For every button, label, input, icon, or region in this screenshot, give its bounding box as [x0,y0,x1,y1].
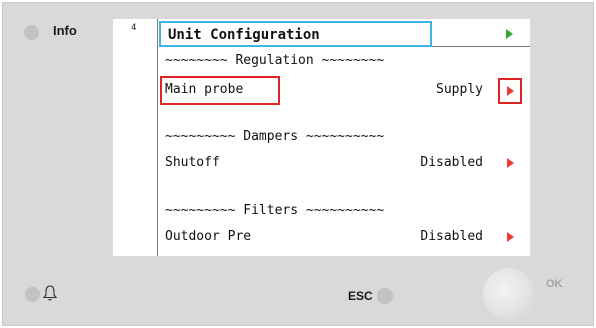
ok-knob[interactable] [483,268,535,320]
shutoff-value[interactable]: Disabled [363,155,483,170]
main-probe-value[interactable]: Supply [363,82,483,97]
display-screen: 4 Unit Configuration ~~~~~~~~ Regulation… [113,19,530,256]
ok-label: OK [546,278,563,290]
shutoff-arrow-icon[interactable] [507,158,514,168]
outdoor-pre-arrow-icon[interactable] [507,232,514,242]
esc-label: ESC [348,289,373,303]
main-probe-arrow-icon[interactable] [507,86,514,96]
alarm-led-icon[interactable] [25,287,40,302]
title-highlight-box: Unit Configuration [159,21,432,47]
page-number: 4 [131,23,137,33]
outdoor-pre-value[interactable]: Disabled [363,229,483,244]
title-bar: Unit Configuration [159,19,530,47]
section-heading-regulation: ~~~~~~~~ Regulation ~~~~~~~~ [165,53,385,68]
info-led-icon[interactable] [24,25,39,40]
info-label: Info [53,23,77,38]
section-heading-dampers: ~~~~~~~~~ Dampers ~~~~~~~~~~ [165,129,385,144]
bell-icon[interactable] [42,284,58,302]
esc-button[interactable] [377,288,393,304]
shutoff-label[interactable]: Shutoff [165,155,220,170]
outdoor-pre-label[interactable]: Outdoor Pre [165,229,251,244]
section-heading-filters: ~~~~~~~~~ Filters ~~~~~~~~~~ [165,203,385,218]
title-arrow-icon[interactable] [506,29,513,39]
screen-gutter: 4 [113,19,158,256]
menu-title: Unit Configuration [168,27,320,43]
main-probe-label[interactable]: Main probe [165,82,243,97]
